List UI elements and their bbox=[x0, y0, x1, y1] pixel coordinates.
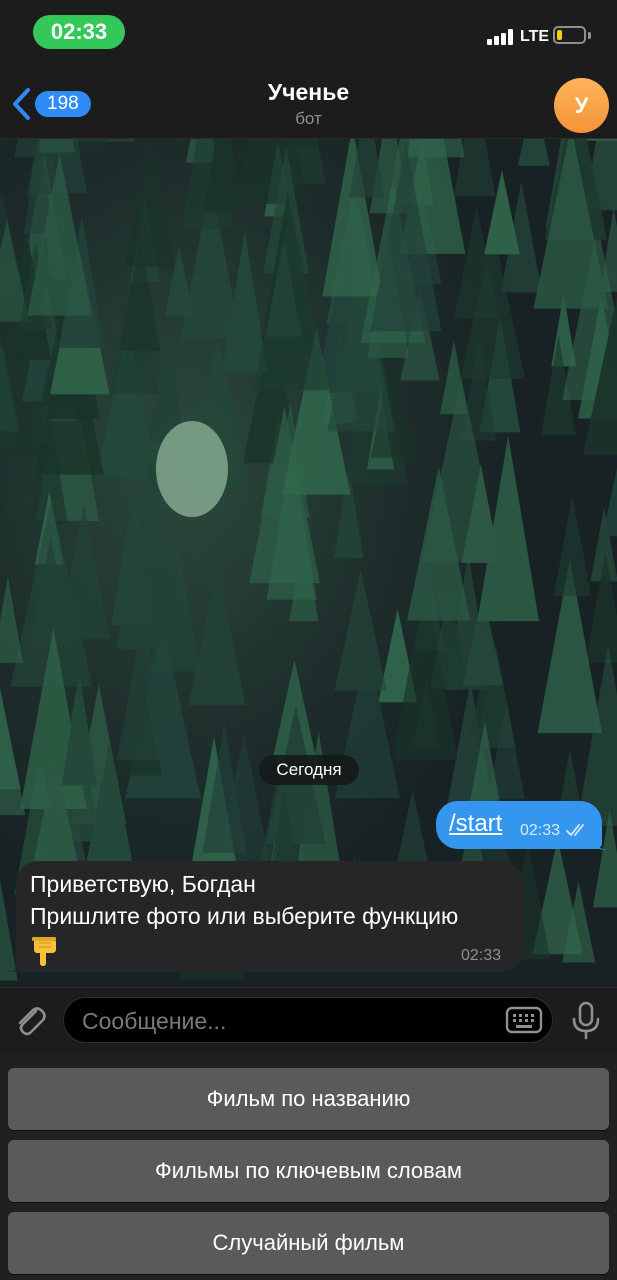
incoming-message-line: Пришлите фото или выберите функцию bbox=[30, 903, 459, 929]
battery-icon bbox=[553, 26, 586, 44]
incoming-bubble-tail bbox=[8, 958, 26, 972]
outgoing-message-text[interactable]: /start bbox=[449, 810, 502, 838]
highlighted-tree-shape bbox=[156, 421, 228, 517]
double-check-icon bbox=[566, 824, 584, 836]
status-time: 02:33 bbox=[33, 15, 125, 49]
keyboard-button-film-by-title[interactable]: Фильм по названию bbox=[8, 1068, 609, 1130]
cellular-signal-icon bbox=[487, 29, 515, 45]
microphone-icon[interactable] bbox=[571, 1001, 601, 1041]
tree-shape bbox=[279, 139, 318, 148]
outgoing-message-time: 02:33 bbox=[520, 822, 561, 839]
avatar[interactable]: У bbox=[554, 78, 609, 133]
forest-wallpaper-image bbox=[0, 139, 617, 987]
tree-shape bbox=[235, 139, 308, 204]
incoming-message-time: 02:33 bbox=[461, 947, 502, 964]
battery-level bbox=[557, 30, 562, 40]
keyboard-button-films-by-keywords[interactable]: Фильмы по ключевым словам bbox=[8, 1140, 609, 1202]
chat-subtitle: бот bbox=[295, 109, 322, 128]
tree-shape bbox=[406, 139, 465, 158]
chat-header: 198 Ученье бот У bbox=[0, 64, 617, 139]
chat-title[interactable]: Ученье bbox=[0, 79, 617, 106]
message-input-placeholder: Сообщение... bbox=[82, 1008, 227, 1034]
keyboard-button-random-film[interactable]: Случайный фильм bbox=[8, 1212, 609, 1274]
status-bar: 02:33 LTE bbox=[0, 0, 617, 64]
outgoing-bubble-tail bbox=[590, 836, 608, 850]
bot-reply-keyboard: Фильм по названию Фильмы по ключевым сло… bbox=[0, 1054, 617, 1280]
incoming-message-line: Приветствую, Богдан bbox=[30, 871, 256, 897]
message-input[interactable]: Сообщение... bbox=[63, 997, 553, 1043]
battery-cap bbox=[588, 32, 591, 39]
chat-wallpaper bbox=[0, 139, 617, 987]
keyboard-icon[interactable] bbox=[505, 1005, 543, 1035]
date-separator: Сегодня bbox=[259, 755, 359, 785]
pointing-down-emoji bbox=[32, 937, 56, 966]
network-type: LTE bbox=[520, 28, 550, 45]
attach-icon[interactable] bbox=[12, 1001, 48, 1041]
message-input-bar: Сообщение... bbox=[0, 987, 617, 1055]
